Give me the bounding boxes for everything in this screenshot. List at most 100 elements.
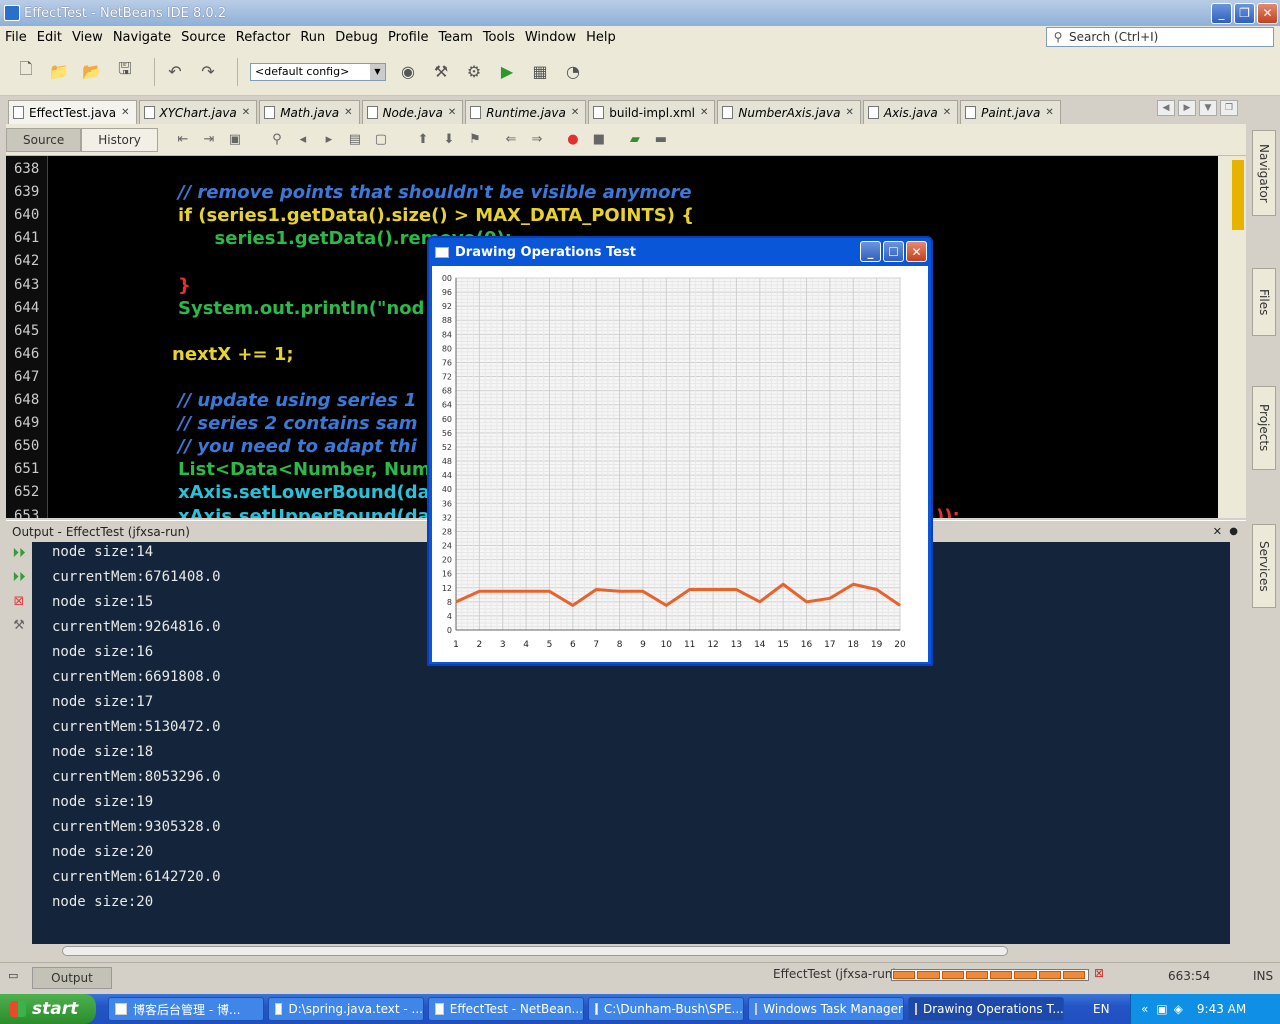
tab-projects[interactable]: Projects xyxy=(1252,386,1276,470)
menu-debug[interactable]: Debug xyxy=(330,30,383,45)
new-file-icon[interactable]: 🗋 xyxy=(14,59,38,84)
dialog-close-button[interactable]: ✕ xyxy=(906,241,927,262)
toggle-bookmark-icon[interactable]: ⚑ xyxy=(466,131,484,149)
tab-list-icon[interactable]: ▼ xyxy=(1199,100,1217,116)
network-icon[interactable]: ▣ xyxy=(1156,1002,1167,1016)
code-line[interactable]: if (series1.getData().size() > MAX_DATA_… xyxy=(178,205,694,226)
tab-node[interactable]: Node.java ✕ xyxy=(361,100,464,124)
close-button[interactable]: ✕ xyxy=(1257,2,1278,24)
shift-right-icon[interactable]: ⇒ xyxy=(528,131,546,149)
menu-refactor[interactable]: Refactor xyxy=(231,30,296,45)
close-tab-icon[interactable]: ✕ xyxy=(121,107,129,118)
output-hscrollbar[interactable] xyxy=(32,944,1230,958)
close-tab-icon[interactable]: ✕ xyxy=(571,107,579,118)
new-project-icon[interactable]: 📁 xyxy=(47,60,71,84)
menu-run[interactable]: Run xyxy=(295,30,330,45)
menu-tools[interactable]: Tools xyxy=(478,30,520,45)
close-tab-icon[interactable]: ✕ xyxy=(700,107,708,118)
config-select[interactable]: <default config> ▼ xyxy=(250,62,386,81)
menu-team[interactable]: Team xyxy=(433,30,477,45)
task-blog-admin[interactable]: 博客后台管理 - 博... xyxy=(108,997,264,1021)
last-edit-icon[interactable]: ▣ xyxy=(226,131,244,149)
code-line[interactable]: } xyxy=(178,275,191,296)
toggle-selection-icon[interactable]: ▢ xyxy=(372,131,390,149)
start-button[interactable]: start xyxy=(0,994,96,1024)
debug-icon[interactable]: ▦ xyxy=(528,60,552,84)
clean-build-icon[interactable]: ⚙ xyxy=(462,60,486,84)
redo-icon[interactable]: ↷ xyxy=(196,60,220,84)
run-icon[interactable]: ▶ xyxy=(495,60,519,84)
forward-icon[interactable]: ⇥ xyxy=(200,131,218,149)
find-next-icon[interactable]: ▸ xyxy=(320,131,338,149)
close-tab-icon[interactable]: ✕ xyxy=(242,107,250,118)
output-vscrollbar[interactable] xyxy=(1230,542,1246,944)
tab-services[interactable]: Services xyxy=(1252,524,1276,608)
tab-axis[interactable]: Axis.java ✕ xyxy=(862,100,959,124)
tab-numberaxis[interactable]: NumberAxis.java ✕ xyxy=(717,100,861,124)
code-line[interactable]: // you need to adapt thi xyxy=(178,436,417,457)
menu-navigate[interactable]: Navigate xyxy=(108,30,176,45)
shift-left-icon[interactable]: ⇐ xyxy=(502,131,520,149)
tab-files[interactable]: Files xyxy=(1252,268,1276,336)
language-indicator[interactable]: EN xyxy=(1093,1002,1110,1016)
profile-icon[interactable]: ◔ xyxy=(561,60,585,84)
close-tab-icon[interactable]: ✕ xyxy=(1045,107,1053,118)
save-all-icon[interactable]: 🖫 xyxy=(113,59,137,84)
build-icon[interactable]: ⚒ xyxy=(429,60,453,84)
task-task-manager[interactable]: Windows Task Manager xyxy=(748,997,904,1021)
code-line[interactable]: xAxis.setUpperBound(da xyxy=(178,506,430,519)
tray-arrow-icon[interactable]: « xyxy=(1141,1002,1148,1016)
minimize-button[interactable]: _ xyxy=(1211,2,1232,24)
output-window-icon[interactable]: ▭ xyxy=(8,969,18,982)
close-tab-icon[interactable]: ✕ xyxy=(448,107,456,118)
back-icon[interactable]: ⇤ xyxy=(174,131,192,149)
hscroll-thumb[interactable] xyxy=(62,946,1008,956)
history-button[interactable]: History xyxy=(81,127,158,152)
code-line[interactable]: List<Data<Number, Num xyxy=(178,459,431,480)
output-button[interactable]: Output xyxy=(32,967,112,989)
close-tab-icon[interactable]: ✕ xyxy=(845,107,853,118)
menu-source[interactable]: Source xyxy=(176,30,231,45)
tab-build-impl[interactable]: build-impl.xml ✕ xyxy=(588,100,716,124)
code-line[interactable]: xAxis.setLowerBound(da xyxy=(178,482,430,503)
stop-icon[interactable]: ⊠ xyxy=(10,594,28,610)
tab-navigator[interactable]: Navigator xyxy=(1252,130,1276,216)
volume-icon[interactable]: ◈ xyxy=(1174,1002,1183,1016)
tab-xychart[interactable]: XYChart.java ✕ xyxy=(138,100,258,124)
rerun-icon[interactable]: ⏵⏵ xyxy=(10,546,28,562)
code-line[interactable]: nextX += 1; xyxy=(172,344,294,365)
restore-window-icon[interactable]: ❐ xyxy=(1220,100,1238,116)
dialog-maximize-button[interactable]: ☐ xyxy=(883,241,904,262)
source-button[interactable]: Source xyxy=(6,127,82,152)
menu-file[interactable]: File xyxy=(0,30,32,45)
code-line[interactable]: // series 2 contains sam xyxy=(178,413,418,434)
record-macro-icon[interactable]: ● xyxy=(564,131,582,149)
comment-icon[interactable]: ▰ xyxy=(626,131,644,149)
task-explorer[interactable]: C:\Dunham-Bush\SPE... xyxy=(588,997,744,1021)
task-drawing-test[interactable]: Drawing Operations T... xyxy=(908,997,1064,1021)
find-icon[interactable]: ⚲ xyxy=(268,131,286,149)
tab-runtime[interactable]: Runtime.java ✕ xyxy=(465,100,587,124)
code-line[interactable]: // update using series 1 xyxy=(178,390,417,411)
tab-paint[interactable]: Paint.java ✕ xyxy=(960,100,1061,124)
close-output-icon[interactable]: ✕ xyxy=(1213,525,1222,538)
toggle-highlight-icon[interactable]: ▤ xyxy=(346,131,364,149)
dialog-minimize-button[interactable]: _ xyxy=(860,241,881,262)
globe-icon[interactable]: ◉ xyxy=(396,60,420,84)
maximize-button[interactable]: ❐ xyxy=(1234,2,1255,24)
rerun-modified-icon[interactable]: ⏵⏵ xyxy=(10,570,28,586)
next-bookmark-icon[interactable]: ⬇ xyxy=(440,131,458,149)
stop-macro-icon[interactable]: ■ xyxy=(590,131,608,149)
close-tab-icon[interactable]: ✕ xyxy=(344,107,352,118)
search-input[interactable]: ⚲ Search (Ctrl+I) xyxy=(1046,27,1274,47)
task-netbeans[interactable]: EffectTest - NetBean... xyxy=(428,997,584,1021)
tab-effecttest[interactable]: EffectTest.java ✕ xyxy=(8,100,137,124)
open-project-icon[interactable]: 📂 xyxy=(80,60,104,84)
find-previous-icon[interactable]: ◂ xyxy=(294,131,312,149)
uncomment-icon[interactable]: ▬ xyxy=(652,131,670,149)
error-stripe[interactable] xyxy=(1232,160,1244,230)
task-notepad[interactable]: D:\spring.java.text - ... xyxy=(268,997,424,1021)
code-line[interactable]: System.out.println("nod xyxy=(178,298,424,319)
scroll-left-icon[interactable]: ◀ xyxy=(1157,100,1175,116)
menu-edit[interactable]: Edit xyxy=(32,30,67,45)
